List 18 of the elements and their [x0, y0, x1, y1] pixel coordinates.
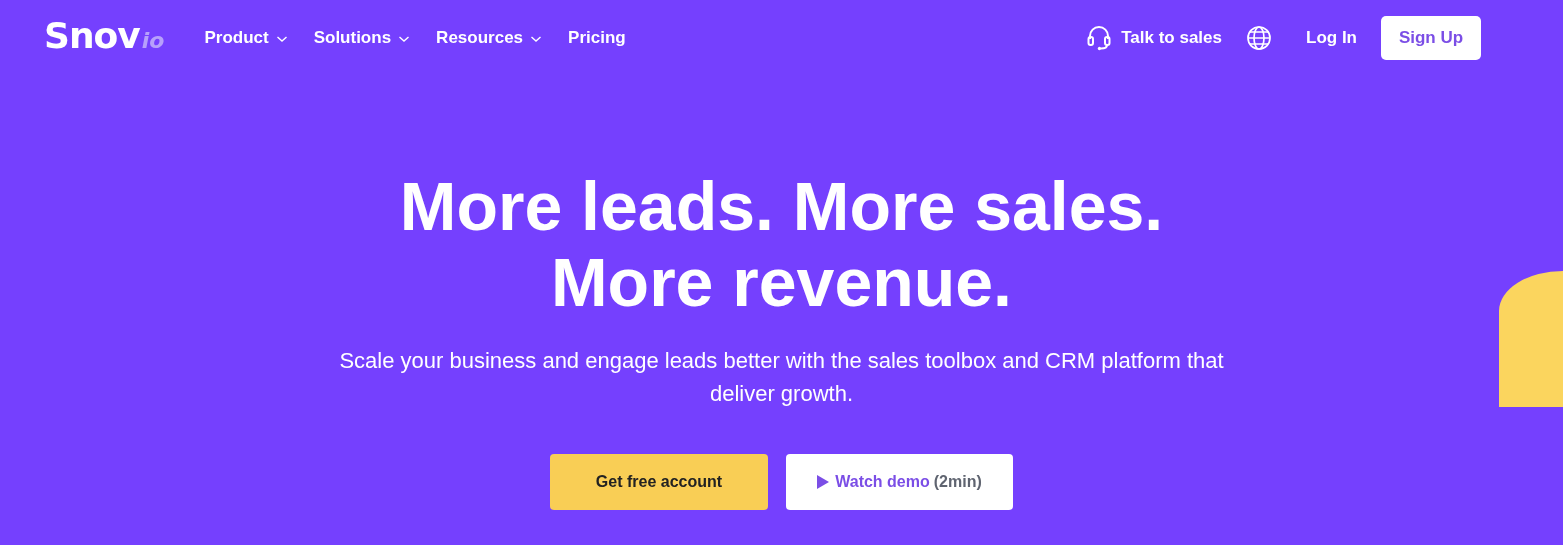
nav-link[interactable]: Solutions — [313, 28, 411, 48]
chevron-down-icon — [398, 35, 411, 43]
nav-link[interactable]: Pricing — [568, 28, 626, 48]
talk-to-sales-link[interactable]: Talk to sales — [1087, 25, 1222, 51]
chevron-down-icon — [530, 35, 543, 43]
nav-link[interactable]: Product — [204, 28, 288, 48]
logo[interactable]: Snovio — [44, 14, 165, 56]
play-icon — [817, 475, 830, 489]
chevron-down-icon — [275, 35, 288, 43]
globe-icon[interactable] — [1246, 25, 1272, 51]
get-free-account-button[interactable]: Get free account — [550, 454, 768, 510]
sign-up-button[interactable]: Sign Up — [1381, 16, 1481, 60]
log-in-link[interactable]: Log In — [1306, 28, 1357, 48]
nav-link[interactable]: Resources — [436, 28, 543, 48]
hero-subtitle: Scale your business and engage leads better with the sales toolbox and CRM platform that deliver growth. — [338, 347, 1225, 408]
hero-title: More leads. More sales. More revenue. — [399, 168, 1164, 320]
watch-demo-button[interactable]: Watch demo (2min) — [786, 454, 1013, 510]
headset-icon — [1087, 25, 1112, 51]
